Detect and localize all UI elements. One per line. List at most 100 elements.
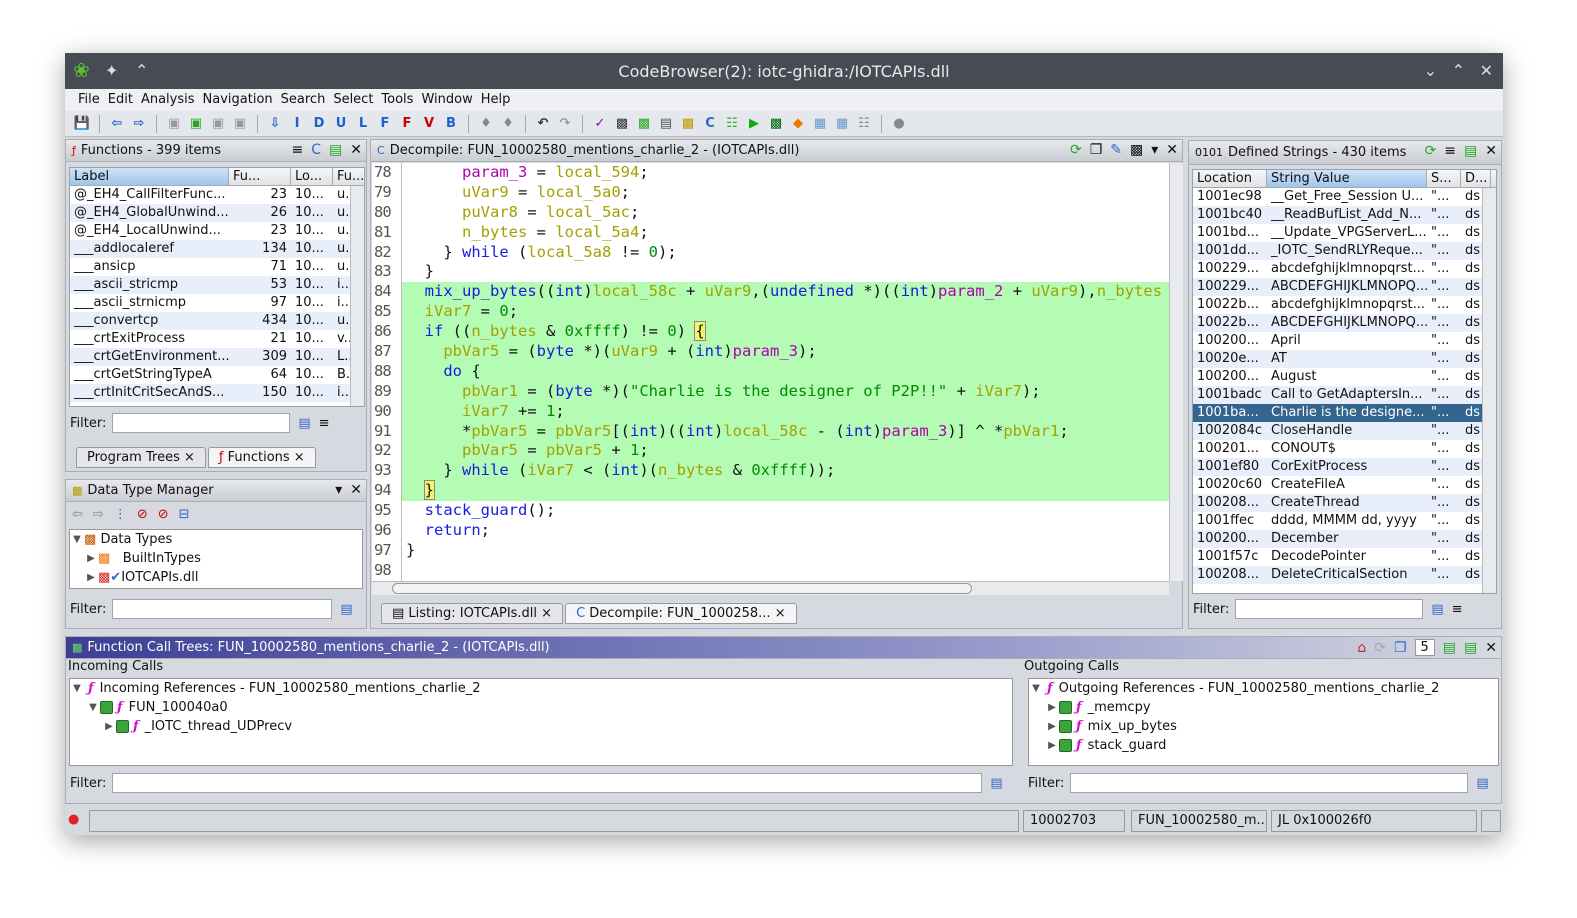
run-icon[interactable]: ▶ <box>745 115 763 133</box>
code-line[interactable]: 82 } while (local_5a8 != 0); <box>372 242 1169 263</box>
collapse-icon[interactable]: ⊟ <box>179 507 190 522</box>
maximize-button[interactable]: ⌃ <box>1452 61 1465 80</box>
toolbar-letter-v-icon[interactable]: V <box>420 115 438 133</box>
refresh-icon[interactable]: ⟳ <box>1425 143 1437 159</box>
refresh-icon[interactable]: ⟳ <box>1070 142 1082 158</box>
close-window-button[interactable]: ✕ <box>1480 61 1493 80</box>
close-panel-icon[interactable]: ✕ <box>1485 640 1497 656</box>
navigate-out-icon[interactable]: ▤ <box>1443 640 1456 656</box>
strings-filter-input[interactable] <box>1235 599 1424 619</box>
column-header[interactable]: D... <box>1461 170 1491 187</box>
windows-icon[interactable]: ❐ <box>1394 640 1407 656</box>
strings-scrollbar[interactable] <box>1482 188 1496 593</box>
outgoing-item[interactable]: ▶ ƒ stack_guard <box>1029 736 1498 755</box>
archive-icon[interactable]: ⋮ <box>114 507 127 522</box>
tree-item-iotcapis[interactable]: ▶ ▩ ✔ IOTCAPIs.dll <box>70 568 362 587</box>
navigate-icon[interactable]: ▤ <box>1464 143 1477 159</box>
list-icon[interactable]: ≡ <box>292 142 304 158</box>
tab-decompile[interactable]: C Decompile: FUN_1000258... × <box>565 603 797 624</box>
table-row[interactable]: 1002084c CloseHandle "... ds <box>1193 422 1496 440</box>
filter-settings-icon[interactable]: ≡ <box>1452 602 1463 617</box>
close-panel-icon[interactable]: ✕ <box>350 142 362 158</box>
menu-help[interactable]: Help <box>477 89 515 111</box>
table-row[interactable]: ___crtExitProcess 21 10... v... <box>70 330 364 348</box>
calltree-icon[interactable]: ▩ <box>635 115 653 133</box>
table-row[interactable]: 1001ef80 CorExitProcess "... ds <box>1193 458 1496 476</box>
table-row[interactable]: 100229... abcdefghijklmnopqrst... "... ds <box>1193 260 1496 278</box>
navigate-icon[interactable]: ▤ <box>1464 640 1477 656</box>
table-row[interactable]: ___addlocaleref 134 10... u... <box>70 240 364 258</box>
toolbar-letter-u-icon[interactable]: U <box>332 115 350 133</box>
table-row[interactable]: ___crtGetEnvironment... 309 10... L... <box>70 348 364 366</box>
table-row[interactable]: 10020e... AT "... ds <box>1193 350 1496 368</box>
close-panel-icon[interactable]: ✕ <box>1166 142 1178 158</box>
table-row[interactable]: 10020c60 CreateFileA "... ds <box>1193 476 1496 494</box>
incoming-item[interactable]: ▼ ƒ FUN_100040a0 <box>70 698 1012 717</box>
filter-options-icon[interactable]: ▤ <box>298 416 310 431</box>
copy-icon[interactable]: ❐ <box>1090 142 1103 158</box>
tab-program-trees[interactable]: Program Trees × <box>76 447 206 468</box>
tab-listing[interactable]: ▤ Listing: IOTCAPIs.dll × <box>381 603 564 624</box>
save-icon[interactable]: 💾 <box>73 115 91 133</box>
table-row[interactable]: 1001f57c DecodePointer "... ds <box>1193 548 1496 566</box>
menu-analysis[interactable]: Analysis <box>137 89 199 111</box>
down-arrow-icon[interactable]: ⇩ <box>266 115 284 133</box>
code-line[interactable]: 91 *pbVar5 = pbVar5[(int)((int)local_58c… <box>372 421 1169 442</box>
list-icon[interactable]: ≡ <box>1444 143 1456 159</box>
column-header[interactable]: Lo... <box>291 168 333 185</box>
functions-filter-input[interactable] <box>112 413 291 433</box>
column-header[interactable]: Fu... <box>229 168 291 185</box>
menu-file[interactable]: File <box>74 89 104 111</box>
table-row[interactable]: 10022b... ABCDEFGHIJKLMNOPQ... "... ds <box>1193 314 1496 332</box>
close-panel-icon[interactable]: ✕ <box>350 482 362 498</box>
table-row[interactable]: 1001ffec dddd, MMMM dd, yyyy "... ds <box>1193 512 1496 530</box>
menu-search[interactable]: Search <box>277 89 330 111</box>
table-row[interactable]: 1001bd... __Update_VPGServerL... "... ds <box>1193 224 1496 242</box>
check-icon[interactable]: ✓ <box>591 115 609 133</box>
column-header[interactable]: Fu... <box>333 168 364 185</box>
back-icon[interactable]: ⇦ <box>72 507 83 522</box>
edit-icon[interactable]: ✎ <box>1110 142 1122 158</box>
table-row[interactable]: @_EH4_GlobalUnwind... 26 10... u... <box>70 204 364 222</box>
functions-scrollbar[interactable] <box>350 186 364 406</box>
filter-options-icon[interactable]: ▤ <box>1431 602 1443 617</box>
table-row[interactable]: 10022b... abcdefghijklmnopqrst... "... ds <box>1193 296 1496 314</box>
code-line[interactable]: 86 if ((n_bytes & 0xffff) != 0) { <box>372 321 1169 343</box>
code-line[interactable]: 84 mix_up_bytes((int)local_58c + uVar9,(… <box>372 282 1169 303</box>
code-line[interactable]: 89 pbVar1 = (byte *)("Charlie is the des… <box>372 381 1169 402</box>
tree-item-data-types[interactable]: ▼ ▩ Data Types <box>70 530 362 549</box>
nav-next-icon[interactable]: ▣ <box>209 115 227 133</box>
menu-select[interactable]: Select <box>329 89 377 111</box>
toolbar-letter-f-icon[interactable]: F <box>376 115 394 133</box>
table-row[interactable]: 1001badc Call to GetAdaptersIn... "... ds <box>1193 386 1496 404</box>
toolbar-letter-d-icon[interactable]: D <box>310 115 328 133</box>
table-row[interactable]: 1001dd... _IOTC_SendRLYReque... "... ds <box>1193 242 1496 260</box>
column-header[interactable]: Location <box>1193 170 1267 187</box>
decompile-icon[interactable]: C <box>701 115 719 133</box>
code-line[interactable]: 96 return; <box>372 521 1169 541</box>
filter-options-icon[interactable]: ▤ <box>990 776 1002 791</box>
toolbar-letter-f-icon[interactable]: F <box>398 115 416 133</box>
listing-icon[interactable]: ▤ <box>657 115 675 133</box>
toolbar-letter-b-icon[interactable]: B <box>442 115 460 133</box>
table-row[interactable]: ___crtGetStringTypeA 64 10... B... <box>70 366 364 384</box>
export-icon[interactable]: ▦ <box>833 115 851 133</box>
merge2-icon[interactable]: ♦ <box>499 115 517 133</box>
table-row[interactable]: 100200... December "... ds <box>1193 530 1496 548</box>
code-line[interactable]: 87 pbVar5 = (byte *)(uVar9 + (int)param_… <box>372 342 1169 362</box>
menu-window[interactable]: Window <box>417 89 476 111</box>
menu-edit[interactable]: Edit <box>104 89 137 111</box>
forward-icon[interactable]: ⇨ <box>130 115 148 133</box>
incoming-item[interactable]: ▶ ƒ _IOTC_thread_UDPrecv <box>70 717 1012 736</box>
table-row[interactable]: ___convertcp 434 10... u... <box>70 312 364 330</box>
code-line[interactable]: 93 } while (iVar7 < (int)(n_bytes & 0xff… <box>372 461 1169 482</box>
depth-field[interactable]: 5 <box>1414 639 1435 656</box>
graph-icon[interactable]: ☷ <box>723 115 741 133</box>
tab-functions[interactable]: ƒ Functions × <box>207 447 316 468</box>
menu-navigation[interactable]: Navigation <box>199 89 277 111</box>
toolbar-letter-l-icon[interactable]: L <box>354 115 372 133</box>
outgoing-item[interactable]: ▶ ƒ _memcpy <box>1029 698 1498 717</box>
menu-dropdown-icon[interactable]: ▾ <box>335 482 342 498</box>
table-row[interactable]: ___ansicp 71 10... u... <box>70 258 364 276</box>
nav-icon[interactable]: ▣ <box>231 115 249 133</box>
